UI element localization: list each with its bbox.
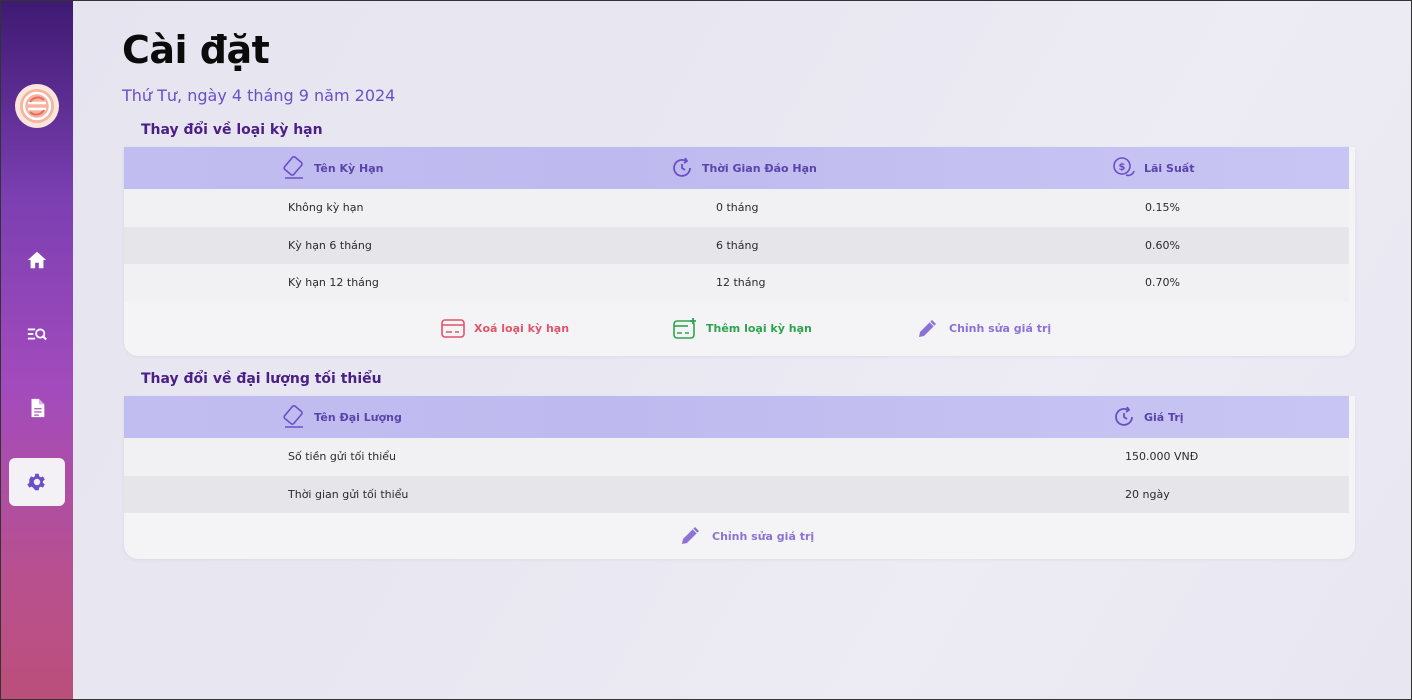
sidebar-item-reports[interactable] — [9, 384, 65, 432]
term-interest-cell: 0.15% — [1145, 201, 1180, 215]
terms-actions: Xoá loại kỳ hạn Thêm loại kỳ hạn Chỉnh s… — [124, 302, 1355, 356]
column-header-label: Giá Trị — [1144, 410, 1184, 424]
minimums-card: Tên Đại Lượng Giá Trị Số tiền gửi tối th… — [124, 396, 1355, 559]
circular-logo-icon[interactable] — [15, 84, 59, 128]
page-date: Thứ Tư, ngày 4 tháng 9 năm 2024 — [122, 86, 396, 105]
quantity-name-cell: Số tiền gửi tối thiểu — [288, 450, 396, 464]
minimums-table-header: Tên Đại Lượng Giá Trị — [124, 396, 1349, 438]
timer-cycle-icon — [673, 157, 691, 177]
document-icon — [31, 398, 45, 418]
delete-term-label: Xoá loại kỳ hạn — [474, 322, 570, 335]
sidebar-item-settings[interactable] — [9, 458, 65, 506]
minimums-actions: Chỉnh sửa giá trị — [124, 513, 1355, 559]
edit-terms-button[interactable]: Chỉnh sửa giá trị — [915, 317, 1051, 341]
term-name-cell: Kỳ hạn 12 tháng — [288, 276, 379, 290]
minimums-section-title: Thay đổi về đại lượng tối thiểu — [141, 371, 382, 387]
term-interest-cell: 0.70% — [1145, 276, 1180, 290]
terms-table-header: Tên Kỳ Hạn Thời Gian Đáo Hạn $ Lãi Suất — [124, 147, 1349, 189]
home-icon — [27, 251, 47, 269]
card-remove-icon — [441, 318, 465, 338]
table-row[interactable]: Kỳ hạn 12 tháng 12 tháng 0.70% — [124, 264, 1349, 302]
quantity-value-cell: 20 ngày — [1125, 487, 1170, 501]
column-header-quantity-name: Tên Đại Lượng — [282, 396, 402, 438]
column-header-maturity: Thời Gian Đáo Hạn — [670, 147, 817, 189]
sidebar — [1, 1, 73, 699]
term-maturity-cell: 0 tháng — [716, 201, 759, 215]
column-header-label: Tên Kỳ Hạn — [314, 161, 384, 175]
page-title: Cài đặt — [122, 28, 270, 72]
edit-terms-label: Chỉnh sửa giá trị — [949, 322, 1052, 335]
column-header-label: Tên Đại Lượng — [314, 410, 402, 424]
term-maturity-cell: 12 tháng — [716, 276, 766, 290]
table-row[interactable]: Thời gian gửi tối thiểu 20 ngày — [124, 475, 1349, 513]
column-header-label: Thời Gian Đáo Hạn — [702, 161, 817, 175]
add-term-button[interactable]: Thêm loại kỳ hạn — [672, 317, 812, 341]
coin-dollar-icon: $ — [1113, 157, 1135, 177]
timer-cycle-icon — [1115, 406, 1133, 426]
quantity-value-cell: 150.000 VNĐ — [1125, 450, 1199, 464]
table-row[interactable]: Số tiền gửi tối thiểu 150.000 VNĐ — [124, 438, 1349, 476]
term-interest-cell: 0.60% — [1145, 238, 1180, 252]
delete-term-button[interactable]: Xoá loại kỳ hạn — [440, 317, 569, 341]
column-header-label: Lãi Suất — [1144, 161, 1195, 175]
column-header-value: Giá Trị — [1112, 396, 1184, 438]
edit-minimums-button[interactable]: Chỉnh sửa giá trị — [678, 524, 814, 548]
term-name-cell: Kỳ hạn 6 tháng — [288, 238, 372, 252]
sidebar-item-home[interactable] — [9, 236, 65, 284]
edit-minimums-label: Chỉnh sửa giá trị — [712, 529, 815, 543]
term-name-cell: Không kỳ hạn — [288, 201, 364, 215]
tag-edit-icon — [283, 156, 303, 179]
card-add-icon — [673, 317, 696, 339]
gear-icon — [27, 473, 45, 491]
pencil-icon — [919, 319, 936, 337]
tag-edit-icon — [283, 405, 303, 428]
terms-section-title: Thay đổi về loại kỳ hạn — [141, 122, 323, 138]
terms-card: Tên Kỳ Hạn Thời Gian Đáo Hạn $ Lãi Suất … — [124, 147, 1355, 356]
svg-text:$: $ — [1119, 162, 1126, 173]
term-maturity-cell: 6 tháng — [716, 238, 759, 252]
column-header-term-name: Tên Kỳ Hạn — [282, 147, 383, 189]
table-row[interactable]: Không kỳ hạn 0 tháng 0.15% — [124, 189, 1349, 227]
quantity-name-cell: Thời gian gửi tối thiểu — [288, 487, 409, 501]
sidebar-item-search[interactable] — [9, 310, 65, 358]
search-list-icon — [27, 328, 47, 341]
table-row[interactable]: Kỳ hạn 6 tháng 6 tháng 0.60% — [124, 226, 1349, 264]
column-header-interest: $ Lãi Suất — [1112, 147, 1194, 189]
pencil-icon — [682, 527, 699, 544]
add-term-label: Thêm loại kỳ hạn — [706, 322, 812, 335]
